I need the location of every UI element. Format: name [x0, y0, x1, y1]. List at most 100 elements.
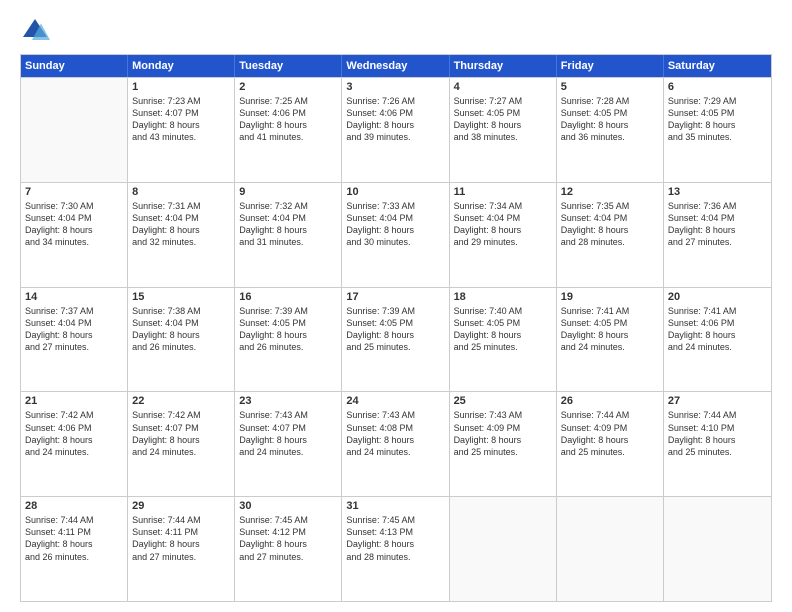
- daylight-text-1: Daylight: 8 hours: [25, 329, 123, 341]
- daylight-text-2: and 25 minutes.: [454, 341, 552, 353]
- daylight-text-1: Daylight: 8 hours: [132, 119, 230, 131]
- calendar-cell-24: 24 Sunrise: 7:43 AMSunset: 4:08 PMDayligh…: [342, 392, 449, 496]
- sunrise-text: Sunrise: 7:28 AM: [561, 95, 659, 107]
- calendar: SundayMondayTuesdayWednesdayThursdayFrid…: [20, 54, 772, 602]
- daylight-text-2: and 25 minutes.: [561, 446, 659, 458]
- daylight-text-1: Daylight: 8 hours: [561, 119, 659, 131]
- calendar-cell-empty-0-0: [21, 78, 128, 182]
- header-day-tuesday: Tuesday: [235, 55, 342, 77]
- calendar-page: SundayMondayTuesdayWednesdayThursdayFrid…: [0, 0, 792, 612]
- sunset-text: Sunset: 4:09 PM: [454, 422, 552, 434]
- day-number: 4: [454, 81, 552, 93]
- calendar-cell-13: 13Sunrise: 7:36 AMSunset: 4:04 PMDayligh…: [664, 183, 771, 287]
- daylight-text-2: and 31 minutes.: [239, 236, 337, 248]
- sunrise-text: Sunrise: 7:40 AM: [454, 305, 552, 317]
- sunrise-text: Sunrise: 7:39 AM: [239, 305, 337, 317]
- daylight-text-2: and 27 minutes.: [239, 551, 337, 563]
- logo-icon: [20, 16, 50, 46]
- sunrise-text: Sunrise: 7:42 AM: [132, 409, 230, 421]
- daylight-text-1: Daylight: 8 hours: [346, 119, 444, 131]
- calendar-row-1: 7Sunrise: 7:30 AMSunset: 4:04 PMDaylight…: [21, 182, 771, 287]
- calendar-row-4: 28Sunrise: 7:44 AMSunset: 4:11 PMDayligh…: [21, 496, 771, 601]
- day-number: 20: [668, 291, 767, 303]
- page-header: [20, 16, 772, 46]
- day-number: 19: [561, 291, 659, 303]
- daylight-text-2: and 39 minutes.: [346, 131, 444, 143]
- daylight-text-2: and 25 minutes.: [346, 341, 444, 353]
- daylight-text-1: Daylight: 8 hours: [454, 329, 552, 341]
- daylight-text-1: Daylight: 8 hours: [346, 434, 444, 446]
- day-number: 1: [132, 81, 230, 93]
- daylight-text-2: and 43 minutes.: [132, 131, 230, 143]
- sunset-text: Sunset: 4:05 PM: [668, 107, 767, 119]
- daylight-text-1: Daylight: 8 hours: [239, 224, 337, 236]
- sunset-text: Sunset: 4:04 PM: [239, 212, 337, 224]
- calendar-cell-2: 2Sunrise: 7:25 AMSunset: 4:06 PMDaylight…: [235, 78, 342, 182]
- daylight-text-1: Daylight: 8 hours: [239, 434, 337, 446]
- sunset-text: Sunset: 4:04 PM: [346, 212, 444, 224]
- sunrise-text: Sunrise: 7:33 AM: [346, 200, 444, 212]
- sunrise-text: Sunrise: 7:43 AM: [346, 409, 444, 421]
- calendar-cell-11: 11Sunrise: 7:34 AMSunset: 4:04 PMDayligh…: [450, 183, 557, 287]
- sunset-text: Sunset: 4:05 PM: [561, 317, 659, 329]
- day-number: 15: [132, 291, 230, 303]
- daylight-text-2: and 26 minutes.: [132, 341, 230, 353]
- calendar-cell-30: 30Sunrise: 7:45 AMSunset: 4:12 PMDayligh…: [235, 497, 342, 601]
- daylight-text-1: Daylight: 8 hours: [668, 434, 767, 446]
- sunset-text: Sunset: 4:08 PM: [346, 422, 444, 434]
- calendar-cell-1: 1 Sunrise: 7:23 AMSunset: 4:07 PMDaylight…: [128, 78, 235, 182]
- calendar-cell-empty-4-6: [664, 497, 771, 601]
- daylight-text-2: and 36 minutes.: [561, 131, 659, 143]
- daylight-text-2: and 24 minutes.: [346, 446, 444, 458]
- sunrise-text: Sunrise: 7:41 AM: [561, 305, 659, 317]
- calendar-cell-29: 29Sunrise: 7:44 AMSunset: 4:11 PMDayligh…: [128, 497, 235, 601]
- calendar-cell-18: 18Sunrise: 7:40 AMSunset: 4:05 PMDayligh…: [450, 288, 557, 392]
- day-number: 11: [454, 186, 552, 198]
- sunrise-text: Sunrise: 7:44 AM: [25, 514, 123, 526]
- sunset-text: Sunset: 4:09 PM: [561, 422, 659, 434]
- daylight-text-1: Daylight: 8 hours: [454, 224, 552, 236]
- day-number: 17: [346, 291, 444, 303]
- daylight-text-1: Daylight: 8 hours: [132, 329, 230, 341]
- header-day-thursday: Thursday: [450, 55, 557, 77]
- day-number: 12: [561, 186, 659, 198]
- daylight-text-1: Daylight: 8 hours: [239, 119, 337, 131]
- day-number: 24: [346, 395, 444, 407]
- daylight-text-1: Daylight: 8 hours: [132, 538, 230, 550]
- calendar-header: SundayMondayTuesdayWednesdayThursdayFrid…: [21, 55, 771, 77]
- sunset-text: Sunset: 4:12 PM: [239, 526, 337, 538]
- sunrise-text: Sunrise: 7:42 AM: [25, 409, 123, 421]
- day-number: 6: [668, 81, 767, 93]
- sunset-text: Sunset: 4:04 PM: [25, 212, 123, 224]
- daylight-text-2: and 24 minutes.: [239, 446, 337, 458]
- day-number: 30: [239, 500, 337, 512]
- day-number: 31: [346, 500, 444, 512]
- day-number: 23: [239, 395, 337, 407]
- calendar-cell-26: 26Sunrise: 7:44 AMSunset: 4:09 PMDayligh…: [557, 392, 664, 496]
- sunset-text: Sunset: 4:07 PM: [132, 107, 230, 119]
- sunrise-text: Sunrise: 7:23 AM: [132, 95, 230, 107]
- daylight-text-2: and 29 minutes.: [454, 236, 552, 248]
- calendar-cell-10: 10Sunrise: 7:33 AMSunset: 4:04 PMDayligh…: [342, 183, 449, 287]
- daylight-text-2: and 41 minutes.: [239, 131, 337, 143]
- daylight-text-1: Daylight: 8 hours: [132, 224, 230, 236]
- daylight-text-2: and 24 minutes.: [668, 341, 767, 353]
- sunset-text: Sunset: 4:11 PM: [132, 526, 230, 538]
- day-number: 21: [25, 395, 123, 407]
- calendar-cell-4: 4Sunrise: 7:27 AMSunset: 4:05 PMDaylight…: [450, 78, 557, 182]
- daylight-text-2: and 25 minutes.: [668, 446, 767, 458]
- sunrise-text: Sunrise: 7:45 AM: [239, 514, 337, 526]
- calendar-cell-28: 28Sunrise: 7:44 AMSunset: 4:11 PMDayligh…: [21, 497, 128, 601]
- calendar-cell-7: 7Sunrise: 7:30 AMSunset: 4:04 PMDaylight…: [21, 183, 128, 287]
- calendar-cell-25: 25Sunrise: 7:43 AMSunset: 4:09 PMDayligh…: [450, 392, 557, 496]
- sunset-text: Sunset: 4:04 PM: [668, 212, 767, 224]
- daylight-text-2: and 27 minutes.: [668, 236, 767, 248]
- sunrise-text: Sunrise: 7:35 AM: [561, 200, 659, 212]
- sunrise-text: Sunrise: 7:26 AM: [346, 95, 444, 107]
- header-day-monday: Monday: [128, 55, 235, 77]
- calendar-cell-15: 15Sunrise: 7:38 AMSunset: 4:04 PMDayligh…: [128, 288, 235, 392]
- sunrise-text: Sunrise: 7:27 AM: [454, 95, 552, 107]
- calendar-cell-23: 23Sunrise: 7:43 AMSunset: 4:07 PMDayligh…: [235, 392, 342, 496]
- calendar-cell-8: 8Sunrise: 7:31 AMSunset: 4:04 PMDaylight…: [128, 183, 235, 287]
- sunset-text: Sunset: 4:10 PM: [668, 422, 767, 434]
